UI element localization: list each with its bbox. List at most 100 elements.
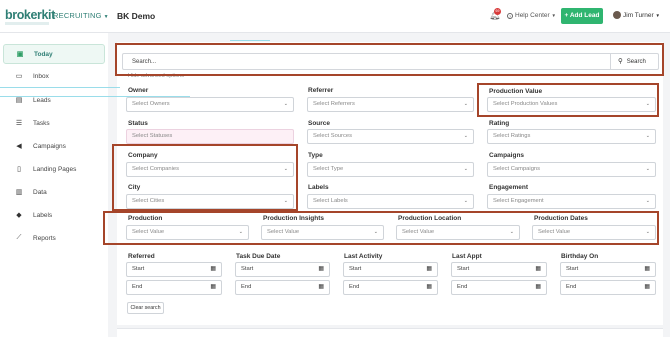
calendar-icon: ▦ [426,284,432,290]
source-label: Source [308,120,331,127]
production-location-label: Production Location [398,215,462,222]
search-input[interactable]: Search... [132,59,156,65]
last-activity-label: Last Activity [344,253,383,260]
owner-select[interactable]: Select Owners ⌄ [126,97,294,112]
calendar-icon: ▦ [535,284,541,290]
campaigns-placeholder: Select Campaigns [493,166,541,172]
referrer-select[interactable]: Select Referrers ⌄ [307,97,474,112]
last-activity-end-input[interactable]: End ▦ [343,280,438,295]
city-select[interactable]: Select Cities ⌄ [126,194,294,209]
sidebar-item-label: Reports [33,234,56,242]
birthday-end-input[interactable]: End ▦ [560,280,656,295]
page-title: BK Demo [117,11,156,21]
calendar-icon: ▦ [318,284,324,290]
logo-tagline [5,22,49,25]
production-insights-select[interactable]: Select Value ⌄ [261,225,384,240]
document-icon: ▯ [17,166,21,173]
production-select[interactable]: Select Value ⌄ [126,225,249,240]
inbox-icon: ▭ [15,73,23,80]
sidebar-item-today[interactable]: ▣ Today [3,44,105,64]
labels-select[interactable]: Select Labels ⌄ [307,194,474,209]
sidebar-item-inbox[interactable]: ▭ Inbox [3,66,105,86]
production-value-placeholder: Select Production Values [493,101,558,107]
source-placeholder: Select Sources [313,133,352,139]
type-select[interactable]: Select Type ⌄ [307,162,474,177]
birthday-end-placeholder: End [566,284,577,290]
sidebar-item-reports[interactable]: ⟋ Reports [3,228,105,248]
brokerkit-logo[interactable]: brokerkit [5,8,55,22]
last-appt-start-input[interactable]: Start ▦ [451,262,547,277]
calendar-icon: ▦ [644,266,650,272]
labels-label: Labels [308,184,329,191]
sidebar-item-leads[interactable]: ▤ Leads [3,90,105,110]
production-value-label: Production Value [489,88,543,95]
chevron-down-icon: ⌄ [645,101,650,107]
production-insights-placeholder: Select Value [267,229,300,235]
production-dates-label: Production Dates [534,215,588,222]
clear-search-button[interactable]: Clear search [127,302,164,314]
add-lead-button[interactable]: + Add Lead [561,8,603,24]
sidebar-item-data[interactable]: ▥ Data [3,182,105,202]
chevron-down-icon: ⌄ [283,101,288,107]
company-label: Company [128,152,158,159]
status-select[interactable]: Select Statuses [126,129,294,144]
results-panel [117,328,663,337]
last-activity-start-input[interactable]: Start ▦ [343,262,438,277]
referred-start-placeholder: Start [132,266,145,272]
search-button[interactable]: ⚲ Search [610,54,658,69]
line-chart-icon: ⟋ [16,234,22,241]
notification-badge: 69 [494,8,501,15]
sidebar-item-label: Today [34,50,53,58]
task-due-start-input[interactable]: Start ▦ [235,262,330,277]
user-menu[interactable]: Jim Turner ▼ [613,11,660,19]
app-switcher[interactable]: RECRUITING ▼ [53,11,109,20]
task-due-end-input[interactable]: End ▦ [235,280,330,295]
chevron-down-icon: ⌄ [283,166,288,172]
chevron-down-icon: ⌄ [645,198,650,204]
sidebar-item-tasks[interactable]: ☰ Tasks [3,113,105,133]
guide-line [0,96,190,97]
sidebar-item-label: Landing Pages [33,165,77,173]
type-label: Type [308,152,323,159]
database-icon: ▥ [15,189,23,196]
status-placeholder: Select Statuses [132,133,173,139]
user-name: Jim Turner [623,12,654,19]
source-select[interactable]: Select Sources ⌄ [307,129,474,144]
campaigns-select[interactable]: Select Campaigns ⌄ [487,162,656,177]
owner-placeholder: Select Owners [132,101,170,107]
hide-advanced-options-link[interactable]: Hide advanced options [128,73,184,79]
city-placeholder: Select Cities [132,198,165,204]
referred-start-input[interactable]: Start ▦ [126,262,222,277]
last-activity-end-placeholder: End [349,284,360,290]
help-center-menu[interactable]: ? Help Center ▼ [507,12,556,19]
owner-label: Owner [128,87,149,94]
production-value-select[interactable]: Select Production Values ⌄ [487,97,656,112]
engagement-label: Engagement [489,184,529,191]
sidebar-item-landing-pages[interactable]: ▯ Landing Pages [3,159,105,179]
birthday-on-label: Birthday On [561,253,599,260]
calendar-icon: ▦ [644,284,650,290]
birthday-start-input[interactable]: Start ▦ [560,262,656,277]
engagement-placeholder: Select Engagement [493,198,544,204]
top-bar: brokerkit RECRUITING ▼ BK Demo 🔔︎ 69 ? Hel… [0,0,670,33]
status-label: Status [128,120,148,127]
last-appt-end-input[interactable]: End ▦ [451,280,547,295]
production-dates-select[interactable]: Select Value ⌄ [532,225,656,240]
calendar-icon: ▦ [426,266,432,272]
type-placeholder: Select Type [313,166,344,172]
sidebar-item-campaigns[interactable]: ◀ Campaigns [3,136,105,156]
sidebar-item-labels[interactable]: ◆ Labels [3,205,105,225]
chevron-down-icon: ⌄ [645,166,650,172]
chevron-down-icon: ⌄ [463,198,468,204]
company-select[interactable]: Select Companies ⌄ [126,162,294,177]
engagement-select[interactable]: Select Engagement ⌄ [487,194,656,209]
calendar-check-icon: ▣ [16,51,24,58]
calendar-icon: ▦ [318,266,324,272]
sidebar-item-label: Labels [33,211,53,219]
production-location-select[interactable]: Select Value ⌄ [396,225,520,240]
app-switcher-label: RECRUITING [53,11,102,20]
search-button-label: Search [626,59,646,65]
referred-end-input[interactable]: End ▦ [126,280,222,295]
campaigns-label: Campaigns [489,152,525,159]
rating-select[interactable]: Select Ratings ⌄ [487,129,656,144]
